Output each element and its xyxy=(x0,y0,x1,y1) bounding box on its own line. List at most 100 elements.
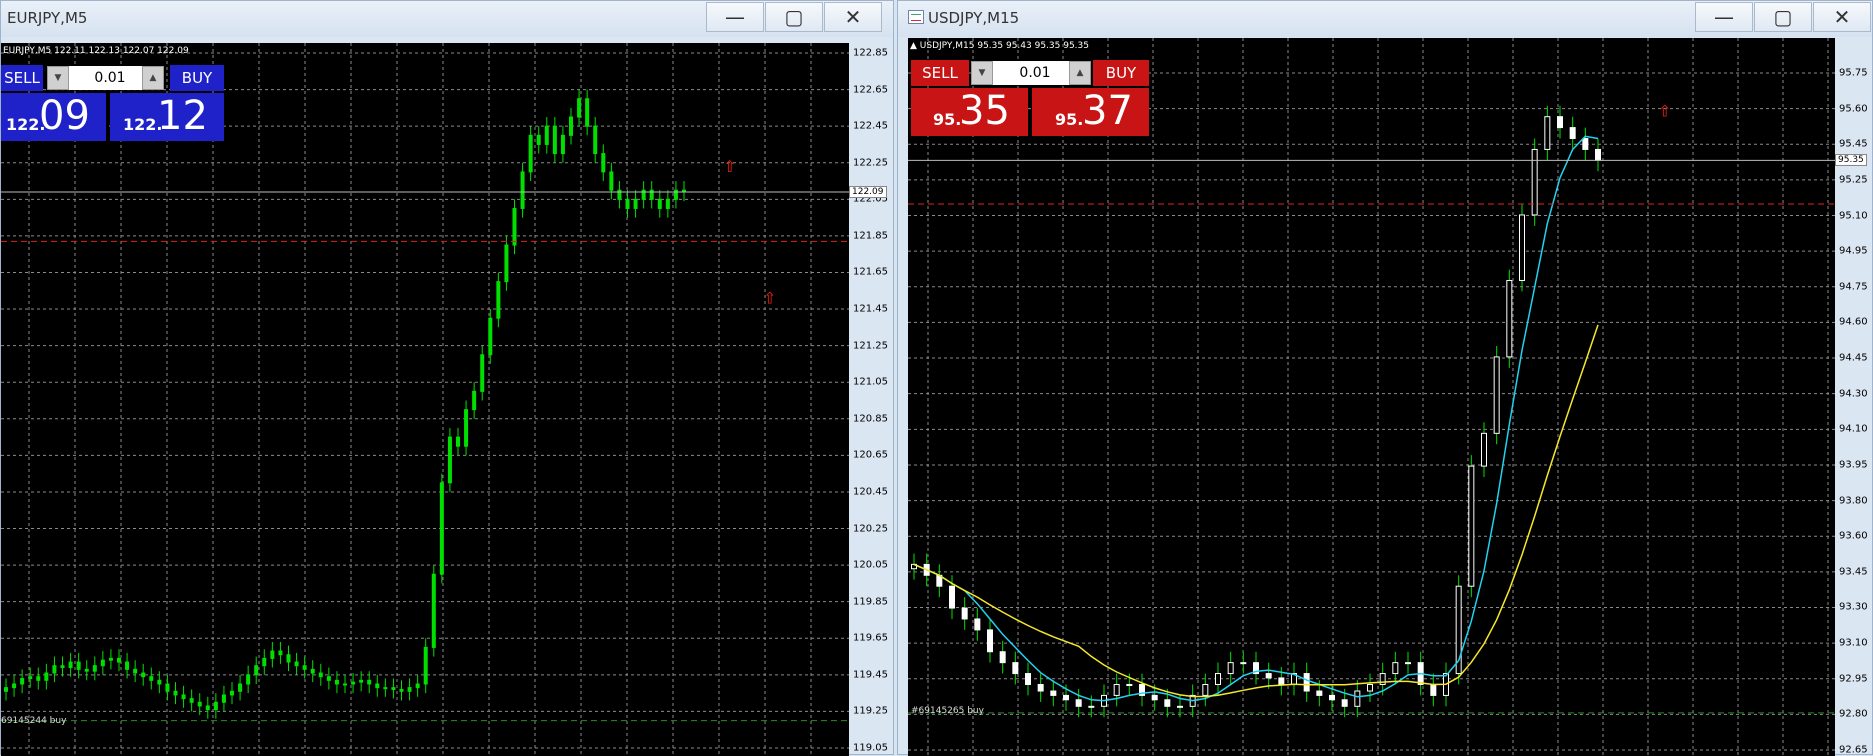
candle-body xyxy=(999,651,1006,664)
ask-price-pips: 37 xyxy=(1082,88,1133,134)
candle-body xyxy=(528,134,533,173)
eurjpy-titlebar[interactable]: EURJPY,M5 — ▢ ✕ xyxy=(1,1,893,37)
candle-body xyxy=(1367,683,1373,692)
arrow-up-icon: ⇧ xyxy=(723,157,736,176)
candle-body xyxy=(270,650,275,659)
candle-body xyxy=(181,694,186,700)
close-button[interactable]: ✕ xyxy=(1813,2,1871,32)
sell-button[interactable]: SELL xyxy=(1,65,43,91)
ask-price-button[interactable]: 95. 37 xyxy=(1032,88,1149,136)
candle-body xyxy=(1202,683,1209,696)
price-tick-label: 95.60 xyxy=(1839,103,1868,115)
buy-button[interactable]: BUY xyxy=(1093,60,1149,86)
candle-body xyxy=(20,678,25,685)
candle-body xyxy=(1582,138,1589,150)
candle-body xyxy=(560,134,565,155)
candle-body xyxy=(520,171,525,209)
candle-body xyxy=(577,98,582,118)
candle-body xyxy=(1278,677,1285,685)
lot-size-input[interactable]: 0.01 xyxy=(993,61,1077,85)
candle-body xyxy=(544,125,549,145)
bid-price-button[interactable]: 95. 35 xyxy=(911,88,1028,136)
current-price-tag: 95.35 xyxy=(1835,154,1867,167)
sell-button[interactable]: SELL xyxy=(911,60,969,86)
candle-body xyxy=(157,679,162,685)
minimize-button[interactable]: — xyxy=(1695,2,1753,32)
price-tick-label: 94.10 xyxy=(1839,423,1868,435)
lot-size-input[interactable]: 0.01 xyxy=(69,66,151,90)
price-tick-label: 93.10 xyxy=(1839,637,1868,649)
candle-body xyxy=(1531,148,1538,216)
chevron-up-icon: ▲ xyxy=(149,73,157,83)
candle-body xyxy=(633,198,638,209)
lot-increase-button[interactable]: ▲ xyxy=(1069,61,1091,85)
candle-body xyxy=(76,661,81,670)
arrow-up-icon: ⇧ xyxy=(763,289,776,308)
maximize-button[interactable]: ▢ xyxy=(1754,2,1812,32)
price-tick-label: 94.45 xyxy=(1839,352,1868,364)
candle-body xyxy=(383,687,388,690)
candle-body xyxy=(1430,683,1437,696)
candle-body xyxy=(439,482,444,575)
candle-body xyxy=(1493,356,1500,434)
bid-price-button[interactable]: 122. 09 xyxy=(1,93,106,141)
price-tick-label: 121.85 xyxy=(853,230,888,242)
eurjpy-chart-window[interactable]: EURJPY,M5 — ▢ ✕ ⇧ ⇧ EURJPY,M5 122.11 122.… xyxy=(0,0,894,756)
candle-body xyxy=(1354,690,1361,707)
candle-body xyxy=(367,679,372,685)
candle-body xyxy=(213,701,218,711)
candle-body xyxy=(92,665,97,672)
price-tick-label: 120.05 xyxy=(853,559,888,571)
candle-body xyxy=(52,665,57,674)
price-tick-label: 93.80 xyxy=(1839,495,1868,507)
lot-decrease-button[interactable]: ▼ xyxy=(47,66,69,90)
ask-price-pips: 12 xyxy=(157,93,208,139)
minimize-button[interactable]: — xyxy=(706,2,764,32)
window-title: USDJPY,M15 xyxy=(928,9,1020,27)
price-tick-label: 122.25 xyxy=(853,157,888,169)
eurjpy-chart-canvas[interactable]: ⇧⇧ xyxy=(1,43,849,756)
candle-body xyxy=(302,665,307,670)
chart-header: ▲ USDJPY,M15 95.35 95.43 95.35 95.35 xyxy=(910,41,1089,51)
chart-header-text: USDJPY,M15 95.35 95.43 95.35 95.35 xyxy=(919,41,1089,51)
usdjpy-titlebar[interactable]: USDJPY,M15 — ▢ ✕ xyxy=(898,1,1872,37)
candle-body xyxy=(407,687,412,692)
buy-button[interactable]: BUY xyxy=(170,65,224,91)
candle-body xyxy=(657,198,662,209)
maximize-button[interactable]: ▢ xyxy=(765,2,823,32)
candle-body xyxy=(399,688,404,692)
candle-body xyxy=(205,705,210,711)
ask-price-button[interactable]: 122. 12 xyxy=(110,93,224,141)
candle-body xyxy=(100,659,105,667)
usdjpy-chart-window[interactable]: USDJPY,M15 — ▢ ✕ ⇧ ▲ USDJPY,M15 95.35 95… xyxy=(897,0,1873,756)
candle-body xyxy=(585,98,590,127)
candle-body xyxy=(431,573,436,648)
order-label: #69145265 buy xyxy=(911,706,984,716)
candle-body xyxy=(1025,673,1031,685)
candle-body xyxy=(472,390,477,411)
candle-body xyxy=(36,676,41,681)
lot-decrease-button[interactable]: ▼ xyxy=(971,61,993,85)
price-tick-label: 95.75 xyxy=(1839,67,1868,79)
candle-body xyxy=(133,668,138,674)
eurjpy-price-chart[interactable]: ⇧ ⇧ EURJPY,M5 122.11 122.13 122.07 122.09… xyxy=(1,43,849,756)
close-button[interactable]: ✕ xyxy=(824,2,882,32)
usdjpy-chart-canvas[interactable]: ⇧ xyxy=(908,38,1835,756)
candle-body xyxy=(496,281,501,319)
candle-body xyxy=(1151,694,1158,701)
candle-body xyxy=(552,125,557,155)
candle-body xyxy=(1050,690,1057,696)
candle-body xyxy=(4,687,8,692)
bid-price-pips: 09 xyxy=(39,93,90,139)
candle-body xyxy=(310,668,315,674)
candle-body xyxy=(1088,705,1095,708)
price-tick-label: 119.25 xyxy=(853,705,888,717)
candle-body xyxy=(278,650,283,656)
candle-body xyxy=(593,125,598,155)
price-tick-label: 119.45 xyxy=(853,669,888,681)
price-tick-label: 92.80 xyxy=(1839,708,1868,720)
lot-increase-button[interactable]: ▲ xyxy=(142,66,164,90)
candle-body xyxy=(1113,683,1120,696)
price-tick-label: 94.60 xyxy=(1839,316,1868,328)
usdjpy-price-chart[interactable]: ⇧ ▲ USDJPY,M15 95.35 95.43 95.35 95.35 #… xyxy=(908,38,1835,756)
